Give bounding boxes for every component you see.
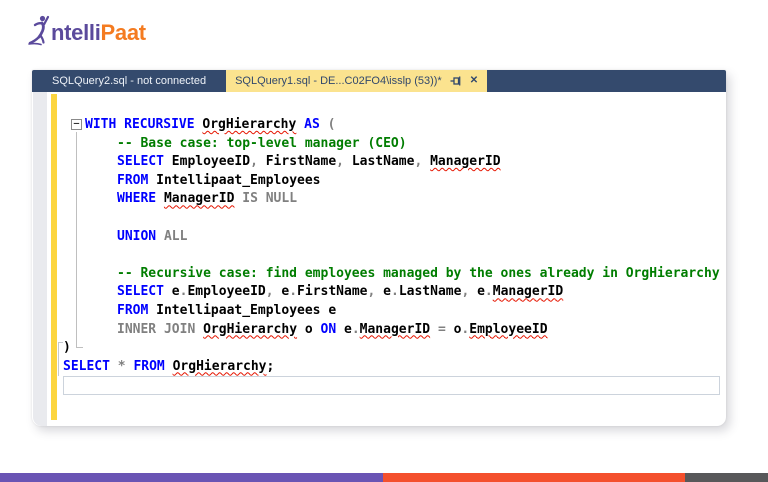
code-line[interactable] bbox=[117, 209, 726, 228]
collapse-region-toggle[interactable]: – bbox=[71, 119, 82, 130]
code-token: SELECT bbox=[117, 154, 164, 170]
code-token: ( bbox=[327, 117, 336, 132]
code-token: INNER JOIN bbox=[117, 321, 196, 337]
logo-text-primary: ntelli bbox=[51, 20, 101, 45]
code-token: ManagerID bbox=[163, 191, 235, 207]
tab-sqlquery1[interactable]: SQLQuery1.sql - DE...C02FO4\isslp (53))*… bbox=[226, 70, 488, 92]
footer-purple-segment bbox=[0, 473, 384, 482]
code-token: = bbox=[437, 321, 446, 337]
code-line[interactable]: SELECT e.EmployeeID, e.FirstName, e.Last… bbox=[117, 283, 726, 302]
code-token: OrgHierarchy bbox=[172, 358, 267, 374]
code-line[interactable]: SELECT * FROM OrgHierarchy; bbox=[63, 358, 726, 377]
code-token: EmployeeID bbox=[163, 154, 251, 170]
code-token: SELECT bbox=[63, 358, 110, 374]
code-line[interactable]: INNER JOIN OrgHierarchy o ON e.ManagerID… bbox=[117, 321, 726, 340]
footer-orange-segment bbox=[383, 473, 686, 482]
code-token: ON bbox=[320, 321, 337, 337]
code-line[interactable]: UNION ALL bbox=[117, 228, 726, 247]
code-token: . bbox=[351, 321, 360, 337]
code-line[interactable]: SELECT EmployeeID, FirstName, LastName, … bbox=[117, 153, 726, 172]
code-token: Intellipaat_Employees e bbox=[148, 302, 337, 318]
tab-sqlquery2[interactable]: SQLQuery2.sql - not connected bbox=[38, 70, 226, 92]
code-token: FROM bbox=[133, 358, 165, 374]
code-token: ManagerID bbox=[492, 284, 564, 300]
page: ntelliPaat SQLQuery2.sql - not connected… bbox=[0, 0, 768, 482]
document-tab-bar: SQLQuery2.sql - not connected SQLQuery1.s… bbox=[32, 70, 726, 92]
code-token: o bbox=[297, 321, 321, 337]
logo-text-secondary: Paat bbox=[100, 20, 147, 45]
code-editor[interactable]: – WITH RECURSIVE OrgHierarchy AS (-- Bas… bbox=[32, 92, 726, 426]
code-token: * bbox=[117, 358, 126, 374]
intellipaat-logo: ntelliPaat bbox=[26, 10, 146, 48]
code-token: EmployeeID bbox=[469, 321, 548, 337]
code-token: e bbox=[375, 284, 391, 300]
sql-editor-window: SQLQuery2.sql - not connected SQLQuery1.s… bbox=[32, 70, 726, 426]
code-token: ManagerID bbox=[359, 321, 431, 337]
logo-text: ntelliPaat bbox=[51, 18, 146, 48]
code-token: FROM bbox=[117, 172, 149, 188]
code-token: , bbox=[265, 284, 274, 300]
code-token: ; bbox=[266, 358, 275, 374]
code-token: Intellipaat_Employees bbox=[148, 172, 321, 188]
code-token: . bbox=[289, 284, 298, 300]
footer-accent-bar bbox=[0, 473, 768, 482]
code-line[interactable]: WHERE ManagerID IS NULL bbox=[117, 190, 726, 209]
close-icon[interactable]: ✕ bbox=[470, 76, 478, 86]
code-line[interactable]: -- Base case: top-level manager (CEO) bbox=[117, 135, 726, 154]
code-token: e bbox=[469, 284, 485, 300]
code-token: e bbox=[273, 284, 290, 300]
current-line[interactable] bbox=[63, 376, 720, 395]
code-token: IS NULL bbox=[242, 191, 298, 207]
code-token: , bbox=[250, 154, 258, 170]
code-line[interactable]: WITH RECURSIVE OrgHierarchy AS ( bbox=[85, 116, 726, 135]
tab-label: SQLQuery2.sql - not connected bbox=[52, 75, 207, 87]
code-token: o bbox=[445, 321, 462, 337]
code-token: WHERE bbox=[117, 191, 157, 207]
code-token: -- Recursive case: find employees manage… bbox=[117, 265, 720, 281]
code-token: LastName bbox=[344, 154, 415, 170]
code-token: FirstName bbox=[257, 154, 337, 170]
footer-gray-segment bbox=[685, 473, 768, 482]
code-line[interactable]: -- Recursive case: find employees manage… bbox=[117, 265, 726, 284]
code-token: FROM bbox=[117, 302, 149, 318]
tab-label: SQLQuery1.sql - DE...C02FO4\isslp (53))* bbox=[235, 75, 442, 87]
pin-icon[interactable] bbox=[450, 75, 462, 87]
code-line[interactable]: FROM Intellipaat_Employees e bbox=[117, 302, 726, 321]
code-token: , bbox=[336, 154, 344, 170]
code-token: OrgHierarchy bbox=[202, 117, 297, 132]
code-token: FirstName bbox=[297, 284, 368, 300]
code-token: . bbox=[390, 284, 399, 300]
code-lines: WITH RECURSIVE OrgHierarchy AS (-- Base … bbox=[32, 116, 726, 395]
code-token: LastName bbox=[398, 284, 462, 300]
logo-figure-icon bbox=[28, 15, 50, 46]
code-token: ALL bbox=[163, 228, 188, 244]
code-token: ManagerID bbox=[430, 154, 501, 170]
code-token: ) bbox=[63, 340, 71, 356]
code-token: e bbox=[163, 284, 180, 300]
code-token: UNION bbox=[117, 228, 157, 244]
code-line[interactable]: ) bbox=[63, 339, 726, 358]
code-token: WITH RECURSIVE bbox=[85, 117, 203, 132]
code-token: e bbox=[336, 321, 352, 337]
code-token: OrgHierarchy bbox=[203, 321, 298, 337]
code-token: AS bbox=[304, 117, 320, 132]
code-line[interactable] bbox=[117, 246, 726, 265]
code-token: SELECT bbox=[117, 284, 164, 300]
code-token: EmployeeID bbox=[187, 284, 266, 300]
code-token: -- Base case: top-level manager (CEO) bbox=[117, 135, 407, 151]
code-line[interactable]: FROM Intellipaat_Employees bbox=[117, 172, 726, 191]
code-token: . bbox=[484, 284, 493, 300]
